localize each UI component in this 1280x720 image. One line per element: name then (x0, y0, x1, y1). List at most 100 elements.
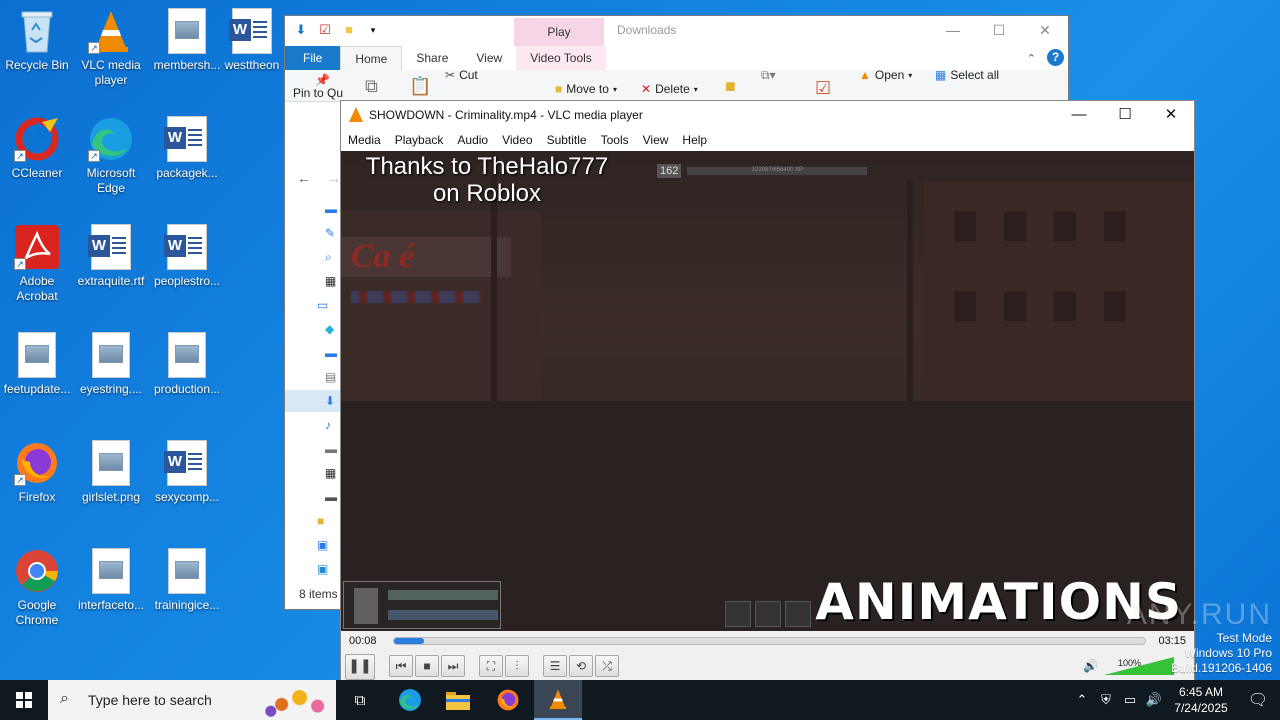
playlist-button[interactable]: ☰ (543, 655, 567, 677)
help-icon[interactable]: ? (1047, 49, 1064, 66)
this-pc-icon[interactable]: ▭ (317, 298, 331, 312)
close-button[interactable]: ✕ (1022, 16, 1068, 44)
open-button[interactable]: ▲ Open ▾ (859, 68, 912, 82)
close-button[interactable]: ✕ (1148, 101, 1194, 129)
taskbar-search[interactable]: ⌕ Type here to search (48, 680, 336, 720)
desktop-icon-westtheon[interactable]: W westtheon (220, 8, 284, 73)
minimize-button[interactable]: — (930, 16, 976, 44)
properties-button[interactable]: ☑ (815, 78, 831, 99)
new-folder-icon[interactable]: ■ (341, 22, 357, 38)
new-folder-button[interactable]: ■ (725, 76, 736, 97)
back-arrow-icon[interactable]: ← (297, 170, 311, 186)
desktop-icon-trainingice[interactable]: trainingice... (150, 548, 224, 613)
clock[interactable]: 6:45 AM 7/24/2025 (1166, 684, 1236, 716)
stop-button[interactable]: ■ (415, 655, 439, 677)
menu-audio[interactable]: Audio (450, 129, 495, 151)
desktop-icon-google-chrome[interactable]: Google Chrome (0, 548, 74, 628)
chevron-up-icon[interactable]: ⌃ (1070, 692, 1094, 708)
network-icon[interactable]: ▭ (1118, 692, 1142, 708)
menu-subtitle[interactable]: Subtitle (540, 129, 594, 151)
explorer-titlebar[interactable]: ⬇ ☑ ■ ▾ Play Downloads — ☐ ✕ (285, 16, 1068, 46)
control-panel-icon[interactable]: ▣ (317, 562, 331, 576)
next-button[interactable]: ⏭ (441, 655, 465, 677)
fullscreen-button[interactable]: ⛶ (479, 655, 503, 677)
desktop-icon-feetupdate[interactable]: feetupdate... (0, 332, 74, 397)
local-disk-icon[interactable]: ▬ (325, 490, 339, 504)
vlc-titlebar[interactable]: SHOWDOWN - Criminality.mp4 - VLC media p… (341, 101, 1194, 129)
video-area[interactable]: Ca é Thanks to TheHalo777 on Roblox 162 … (341, 151, 1194, 631)
loop-button[interactable]: ⟲ (569, 655, 593, 677)
qat-dropdown-icon[interactable]: ▾ (365, 22, 381, 38)
taskbar-firefox[interactable] (484, 680, 532, 720)
nav-item-icon[interactable]: ⌕ (325, 250, 339, 264)
menu-playback[interactable]: Playback (388, 129, 451, 151)
tab-file[interactable]: File (285, 46, 341, 70)
3d-objects-icon[interactable]: ◆ (325, 322, 339, 336)
collapse-ribbon-icon[interactable]: ⌃ (1027, 52, 1036, 65)
tab-view[interactable]: View (462, 46, 516, 70)
network-icon[interactable]: ▣ (317, 538, 331, 552)
paste-button[interactable]: 📋 (409, 76, 431, 97)
desktop-icon-membersh[interactable]: membersh... (150, 8, 224, 73)
move-to-button[interactable]: ■ Move to ▾ (555, 82, 617, 96)
nav-item-icon[interactable]: ▦ (325, 274, 339, 288)
desktop-icon-eyestring[interactable]: eyestring.... (74, 332, 148, 397)
desktop-icon-vlc[interactable]: ↗ VLC media player (74, 8, 148, 88)
taskbar-file-explorer[interactable] (434, 680, 482, 720)
forward-arrow-icon[interactable]: → (327, 170, 341, 186)
download-arrow-icon[interactable]: ⬇ (293, 22, 309, 38)
start-button[interactable] (0, 680, 48, 720)
speaker-icon[interactable]: 🔊 (1083, 659, 1098, 673)
desktop-icon-adobe-acrobat[interactable]: ↗ Adobe Acrobat (0, 224, 74, 304)
task-view-button[interactable]: ⧉ (336, 680, 384, 720)
new-item-button[interactable]: ⧉▾ (761, 68, 776, 83)
taskbar-vlc[interactable] (534, 680, 582, 720)
security-icon[interactable]: ⛨ (1094, 692, 1118, 708)
nav-item-icon[interactable]: ▬ (325, 202, 339, 216)
select-all-button[interactable]: ▦ Select all (935, 68, 999, 82)
videos-icon[interactable]: ▦ (325, 466, 339, 480)
desktop-icon-girlslet[interactable]: girlslet.png (74, 440, 148, 505)
desktop-icon-recycle-bin[interactable]: Recycle Bin (0, 8, 74, 73)
desktop-icon-peoplestro[interactable]: W peoplestro... (150, 224, 224, 289)
desktop-folder-icon[interactable]: ▬ (325, 346, 339, 360)
pictures-icon[interactable]: ▬ (325, 442, 339, 456)
menu-view[interactable]: View (636, 129, 676, 151)
pause-button[interactable]: ❚❚ (345, 654, 375, 680)
minimize-button[interactable]: — (1056, 101, 1102, 129)
tab-video-tools[interactable]: Video Tools (516, 46, 606, 70)
desktop-icon-production[interactable]: production... (150, 332, 224, 397)
shuffle-button[interactable]: ⤮ (595, 655, 619, 677)
libraries-icon[interactable]: ■ (317, 514, 331, 528)
seek-slider[interactable] (393, 637, 1146, 645)
music-icon[interactable]: ♪ (325, 418, 339, 432)
menu-media[interactable]: Media (341, 129, 388, 151)
desktop-icon-firefox[interactable]: ↗ Firefox (0, 440, 74, 505)
properties-icon[interactable]: ☑ (317, 22, 333, 38)
delete-button[interactable]: ✕ Delete ▾ (641, 82, 698, 96)
cut-button[interactable]: ✂ Cut (445, 68, 478, 82)
nav-item-icon[interactable]: ✎ (325, 226, 339, 240)
tab-home[interactable]: Home (340, 46, 403, 70)
documents-icon[interactable]: ▤ (325, 370, 339, 384)
copy-button[interactable]: ⧉ (365, 76, 378, 97)
play-contextual-tab[interactable]: Play (514, 18, 604, 46)
maximize-button[interactable]: ☐ (976, 16, 1022, 44)
desktop-icon-ccleaner[interactable]: ↗ CCleaner (0, 116, 74, 181)
downloads-icon[interactable]: ⬇ (325, 394, 339, 408)
extended-settings-button[interactable]: ⫶ (505, 655, 529, 677)
volume-icon[interactable]: 🔊 (1142, 692, 1166, 708)
desktop-icon-interfaceto[interactable]: interfaceto... (74, 548, 148, 613)
previous-button[interactable]: ⏮ (389, 655, 413, 677)
desktop-icon-sexycomp[interactable]: W sexycomp... (150, 440, 224, 505)
desktop-icon-extraquite[interactable]: W extraquite.rtf (74, 224, 148, 289)
maximize-button[interactable]: ☐ (1102, 101, 1148, 129)
menu-tools[interactable]: Tools (594, 129, 636, 151)
menu-help[interactable]: Help (675, 129, 714, 151)
vlc-window[interactable]: SHOWDOWN - Criminality.mp4 - VLC media p… (340, 100, 1195, 683)
notification-icon[interactable]: 🗨 (1236, 690, 1280, 710)
taskbar-edge[interactable] (386, 680, 434, 720)
desktop-icon-microsoft-edge[interactable]: ↗ Microsoft Edge (74, 116, 148, 196)
tab-share[interactable]: Share (402, 46, 462, 70)
desktop-icon-packagek[interactable]: W packagek... (150, 116, 224, 181)
